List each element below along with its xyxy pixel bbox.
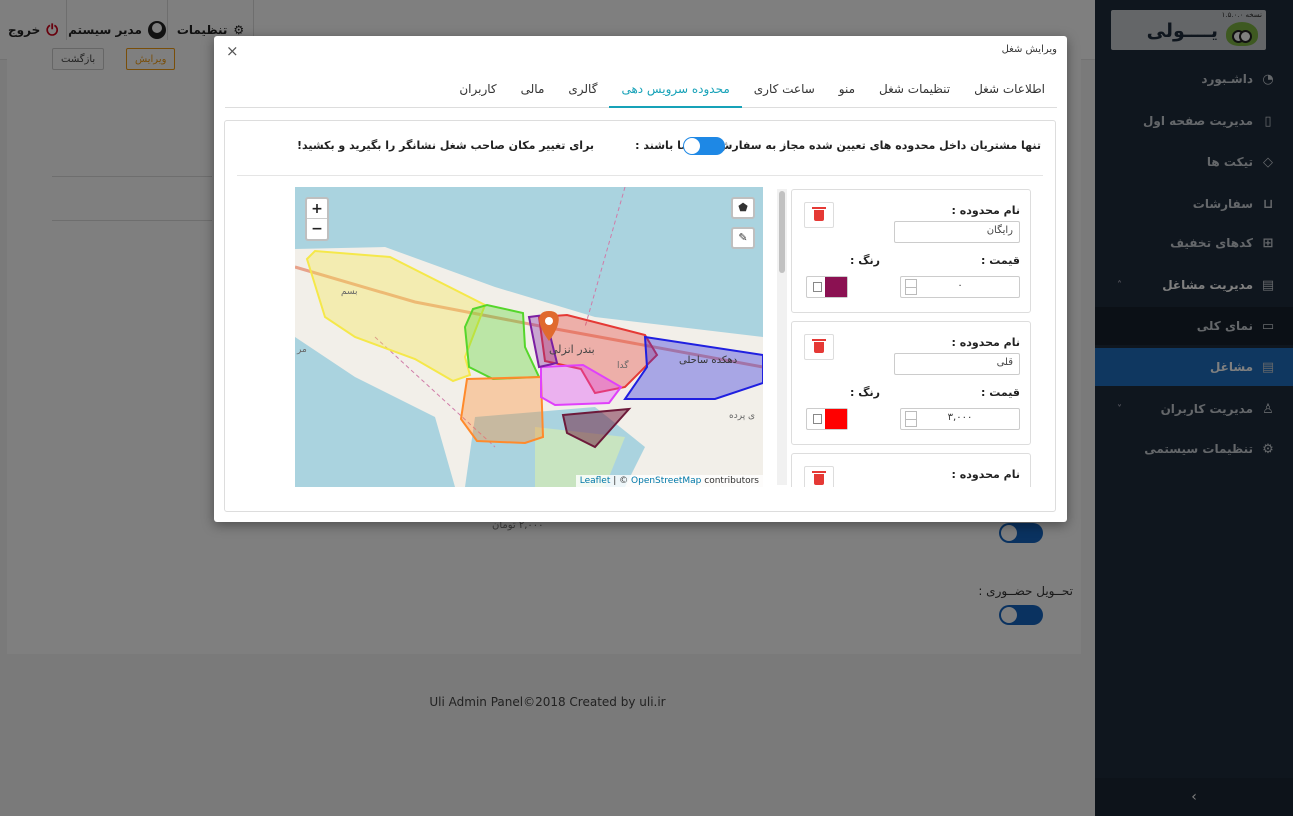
map-label: بسم	[341, 287, 358, 297]
tab-menu[interactable]: منو	[827, 76, 867, 108]
zone-name-label: نام محدوده :	[951, 204, 1020, 217]
scrollbar-thumb[interactable]	[779, 191, 785, 273]
zone-card: نام محدوده : قلی قیمت : رنگ : ۳,۰۰۰	[791, 321, 1031, 445]
tab-job-settings[interactable]: تنظیمات شغل	[867, 76, 962, 108]
tab-gallery[interactable]: گالری	[556, 76, 609, 108]
tab-job-info[interactable]: اطلاعات شغل	[962, 76, 1057, 108]
zone-price-input[interactable]: ۳,۰۰۰	[900, 408, 1020, 430]
zone-name-input[interactable]: قلی	[894, 353, 1020, 375]
attribution-text: contributors	[701, 476, 759, 486]
zone-price-value: ۰	[957, 280, 963, 291]
marker-dot	[545, 317, 553, 325]
zone-price-value: ۳,۰۰۰	[947, 412, 973, 423]
zone-polygon-orange[interactable]	[459, 375, 545, 445]
tab-financial[interactable]: مالی	[509, 76, 557, 108]
zone-list: نام محدوده : رایگان قیمت : رنگ : ۰ نام م…	[789, 187, 1041, 487]
osm-link[interactable]: OpenStreetMap	[631, 476, 701, 486]
close-icon[interactable]: ×	[226, 42, 239, 60]
zone-price-input[interactable]: ۰	[900, 276, 1020, 298]
edit-job-modal: ویرایش شغل × اطلاعات شغل تنظیمات شغل منو…	[214, 36, 1067, 522]
city-label: بندر انزلی	[549, 343, 595, 356]
price-label: قیمت :	[981, 386, 1020, 399]
restrict-toggle[interactable]	[683, 137, 725, 155]
zone-name-label: نام محدوده :	[951, 336, 1020, 349]
draw-polygon-button[interactable]: ⬟	[731, 197, 755, 219]
service-area-map[interactable]: بسم مر بندر انزلی گدا دهکده ساحلی ی پرده…	[295, 187, 763, 487]
delete-zone-button[interactable]	[804, 202, 834, 228]
zoom-in-button[interactable]: +	[307, 199, 327, 219]
spinner-icon[interactable]	[905, 279, 917, 295]
color-label: رنگ :	[850, 386, 880, 399]
zone-name-label: نام محدوده :	[951, 468, 1020, 481]
color-label: رنگ :	[850, 254, 880, 267]
trash-icon	[812, 338, 826, 353]
map-attribution: Leaflet | © OpenStreetMap contributors	[575, 475, 763, 487]
trash-icon	[812, 470, 826, 485]
zone-name-input[interactable]: رایگان	[894, 221, 1020, 243]
tab-users[interactable]: کاربران	[447, 76, 508, 108]
delete-zone-button[interactable]	[804, 466, 834, 487]
color-swatch	[825, 409, 847, 429]
spinner-icon[interactable]	[905, 411, 917, 427]
edit-icon: ✎	[738, 231, 748, 244]
price-label: قیمت :	[981, 254, 1020, 267]
checkbox-icon	[813, 414, 822, 424]
modal-title: ویرایش شغل	[1001, 44, 1057, 55]
zone-color-picker[interactable]	[806, 408, 848, 430]
color-swatch	[825, 277, 847, 297]
district-label: دهکده ساحلی	[679, 355, 738, 366]
map-label: گدا	[617, 361, 629, 371]
divider	[237, 175, 1043, 176]
service-area-panel: تنها مشتریان داخل محدوده های تعیین شده م…	[224, 120, 1056, 512]
boundary-line	[584, 187, 626, 328]
pentagon-icon: ⬟	[738, 201, 748, 214]
zone-card: نام محدوده :	[791, 453, 1031, 487]
tab-working-hours[interactable]: ساعت کاری	[742, 76, 827, 108]
zone-color-picker[interactable]	[806, 276, 848, 298]
map-label: مر	[297, 345, 307, 355]
zone-card: نام محدوده : رایگان قیمت : رنگ : ۰	[791, 189, 1031, 313]
trash-icon	[812, 206, 826, 221]
map-canvas[interactable]	[295, 187, 763, 487]
tab-service-area[interactable]: محدوده سرویس دهی	[609, 76, 742, 108]
leaflet-link[interactable]: Leaflet	[580, 476, 611, 486]
edit-layers-button[interactable]: ✎	[731, 227, 755, 249]
marker-hint: برای تغییر مکان صاحب شغل نشانگر را بگیری…	[297, 139, 595, 152]
zoom-out-button[interactable]: −	[307, 219, 327, 239]
delete-zone-button[interactable]	[804, 334, 834, 360]
attribution-separator: | ©	[610, 476, 632, 486]
zoom-control: + −	[305, 197, 329, 241]
checkbox-icon	[813, 282, 822, 292]
map-label: ی پرده	[729, 411, 756, 421]
modal-tabs: اطلاعات شغل تنظیمات شغل منو ساعت کاری مح…	[225, 76, 1057, 108]
